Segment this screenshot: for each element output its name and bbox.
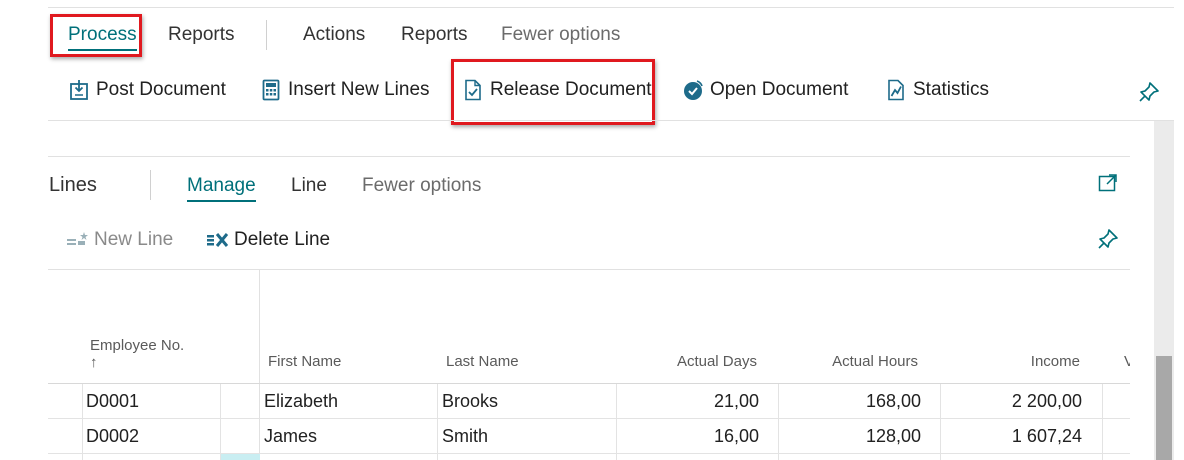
- open-document-label: Open Document: [710, 79, 849, 100]
- highlight-box-process: [50, 14, 142, 57]
- calculator-icon: [260, 78, 282, 102]
- lines-fewer-options-button[interactable]: Fewer options: [362, 175, 481, 197]
- insert-new-lines-label: Insert New Lines: [288, 79, 430, 100]
- table-row[interactable]: D0001 Elizabeth Brooks 21,00 168,00 2 20…: [48, 384, 1130, 419]
- row-selection-marker: [221, 454, 260, 460]
- tab-actions[interactable]: Actions: [303, 24, 365, 46]
- column-header-last-name[interactable]: Last Name: [446, 353, 519, 370]
- release-document-button[interactable]: Release Document: [462, 78, 652, 102]
- column-header-actual-days[interactable]: Actual Days: [620, 353, 757, 370]
- column-header-first-name[interactable]: First Name: [268, 353, 341, 370]
- open-document-button[interactable]: Open Document: [682, 78, 848, 102]
- cell-actual-days[interactable]: 21,00: [618, 384, 759, 419]
- lines-section-title: Lines: [49, 174, 97, 196]
- cell-actual-days[interactable]: 16,00: [618, 419, 759, 454]
- row-divider: [48, 453, 1130, 454]
- release-document-label: Release Document: [490, 79, 652, 100]
- release-document-icon: [462, 78, 484, 102]
- new-line-icon: [66, 229, 90, 251]
- insert-new-lines-button[interactable]: Insert New Lines: [260, 78, 430, 102]
- expand-lines-button[interactable]: [1098, 173, 1118, 193]
- fewer-options-button[interactable]: Fewer options: [501, 24, 620, 46]
- cell-income[interactable]: 1 607,24: [942, 419, 1082, 454]
- sort-ascending-icon: ↑: [90, 354, 98, 371]
- table-row[interactable]: D0002 James Smith 16,00 128,00 1 607,24: [48, 419, 1130, 454]
- action-tab-bar: Process Reports Actions Reports Fewer op…: [48, 18, 1148, 54]
- pin-icon: [1097, 228, 1119, 250]
- new-line-button[interactable]: New Line: [66, 229, 173, 251]
- column-header-income[interactable]: Income: [942, 353, 1080, 370]
- statistics-label: Statistics: [913, 79, 990, 100]
- lines-tab-separator: [150, 170, 151, 200]
- pin-action-bar-button[interactable]: [1138, 80, 1166, 104]
- lines-actions-divider: [48, 269, 1130, 270]
- column-header-actual-hours[interactable]: Actual Hours: [780, 353, 918, 370]
- delete-line-label: Delete Line: [234, 229, 331, 250]
- post-document-label: Post Document: [96, 79, 226, 100]
- tab-separator: [266, 20, 267, 50]
- lines-top-divider: [48, 156, 1130, 157]
- column-header-employee-no[interactable]: Employee No. ↑: [90, 337, 184, 371]
- open-document-icon: [682, 78, 704, 102]
- cell-last-name[interactable]: Smith: [442, 419, 488, 454]
- cell-first-name[interactable]: Elizabeth: [264, 384, 338, 419]
- expand-icon: [1098, 173, 1118, 193]
- top-divider: [48, 7, 1174, 8]
- cell-actual-hours[interactable]: 128,00: [780, 419, 921, 454]
- column-header-truncated[interactable]: V: [1124, 353, 1130, 370]
- cell-employee-no[interactable]: D0002: [86, 419, 139, 454]
- action-bar: Post Document Insert New Lines Release D…: [48, 70, 1174, 110]
- cell-employee-no[interactable]: D0001: [86, 384, 139, 419]
- cell-first-name[interactable]: James: [264, 419, 317, 454]
- tab-line[interactable]: Line: [291, 175, 327, 197]
- cell-income[interactable]: 2 200,00: [942, 384, 1082, 419]
- pin-icon: [1138, 80, 1160, 104]
- post-document-button[interactable]: Post Document: [68, 78, 226, 102]
- scrollbar-thumb[interactable]: [1156, 356, 1172, 460]
- tab-manage[interactable]: Manage: [187, 175, 256, 202]
- action-bar-divider: [48, 120, 1174, 121]
- post-document-icon: [68, 78, 90, 102]
- delete-line-icon: [206, 229, 230, 251]
- pin-lines-bar-button[interactable]: [1097, 228, 1119, 250]
- delete-line-button[interactable]: Delete Line: [206, 229, 330, 251]
- new-line-label: New Line: [94, 229, 174, 250]
- statistics-button[interactable]: Statistics: [885, 78, 989, 102]
- cell-last-name[interactable]: Brooks: [442, 384, 498, 419]
- cell-actual-hours[interactable]: 168,00: [780, 384, 921, 419]
- statistics-icon: [885, 78, 907, 102]
- tab-reports[interactable]: Reports: [168, 24, 235, 46]
- tab-reports-secondary[interactable]: Reports: [401, 24, 468, 46]
